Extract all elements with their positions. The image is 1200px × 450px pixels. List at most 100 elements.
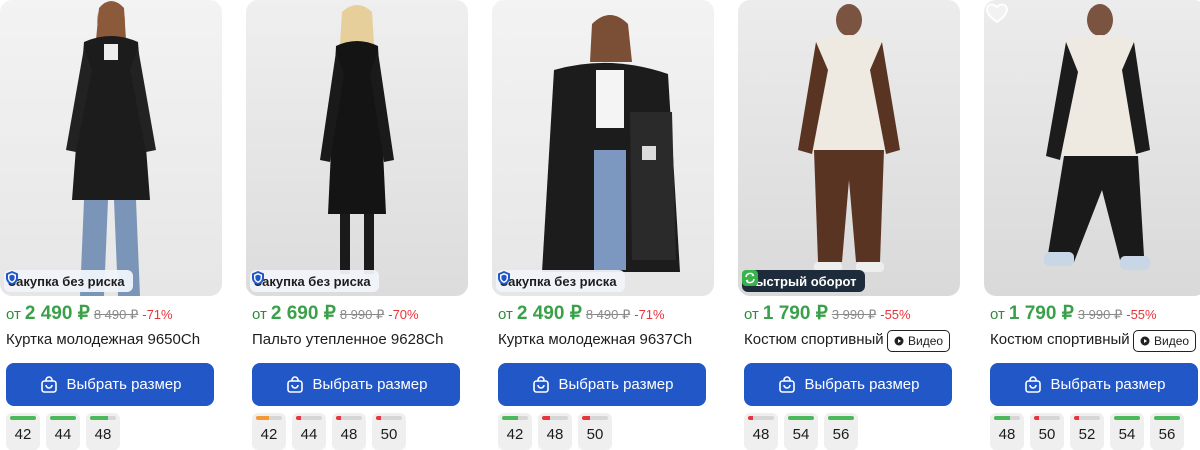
shopping-bag-icon xyxy=(1024,375,1041,393)
size-chip[interactable]: 56 xyxy=(824,413,858,450)
stock-level-fill xyxy=(256,416,269,420)
current-price: 1 790 ₽ xyxy=(762,303,828,324)
stock-level-fill xyxy=(828,416,854,420)
discount-label: -55% xyxy=(880,307,911,322)
select-size-button[interactable]: Выбрать размер xyxy=(744,363,952,406)
size-chip[interactable]: 42 xyxy=(498,413,532,450)
select-size-label: Выбрать размер xyxy=(66,376,182,393)
stock-level-bar xyxy=(542,416,568,420)
shopping-bag-icon xyxy=(532,375,549,393)
size-chip[interactable]: 56 xyxy=(1150,413,1184,450)
size-chip[interactable]: 48 xyxy=(86,413,120,450)
stock-level-bar xyxy=(256,416,282,420)
fast-turnover-badge: Быстрый оборот xyxy=(742,270,865,292)
select-size-button[interactable]: Выбрать размер xyxy=(252,363,460,406)
refresh-icon xyxy=(742,270,758,286)
size-chip[interactable]: 52 xyxy=(1070,413,1104,450)
size-chip[interactable]: 54 xyxy=(784,413,818,450)
stock-level-bar xyxy=(582,416,608,420)
size-chip[interactable]: 48 xyxy=(744,413,778,450)
old-price: 8 490 ₽ xyxy=(93,307,139,322)
size-label: 52 xyxy=(1078,426,1096,443)
size-label: 48 xyxy=(998,426,1016,443)
price-row: от 2 490 ₽ 8 490 ₽ -71% xyxy=(6,302,173,326)
stock-level-bar xyxy=(1074,416,1100,420)
size-chip[interactable]: 44 xyxy=(292,413,326,450)
price-row: от 2 690 ₽ 8 990 ₽ -70% xyxy=(252,302,419,326)
play-icon xyxy=(894,336,904,346)
discount-label: -70% xyxy=(388,307,419,322)
product-photo[interactable] xyxy=(984,0,1200,296)
risk-free-badge: Закупка без риска xyxy=(250,270,379,292)
stock-level-fill xyxy=(1074,416,1080,420)
product-photo[interactable]: Закупка без риска xyxy=(0,0,222,296)
product-card[interactable]: Закупка без риска от 2 690 ₽ 8 990 ₽ -70… xyxy=(246,0,468,450)
product-photo[interactable]: Быстрый оборот xyxy=(738,0,960,296)
size-label: 42 xyxy=(14,426,32,443)
price-from: от xyxy=(252,306,267,323)
product-card[interactable]: от 1 790 ₽ 3 990 ₽ -55% Костюм спортивны… xyxy=(984,0,1200,450)
price-from: от xyxy=(990,306,1005,323)
current-price: 1 790 ₽ xyxy=(1008,303,1074,324)
size-list: 42 44 48 xyxy=(6,413,120,450)
size-label: 48 xyxy=(752,426,770,443)
product-photo[interactable]: Закупка без риска xyxy=(246,0,468,296)
stock-level-bar xyxy=(296,416,322,420)
product-title[interactable]: Куртка молодежная 9650Ch xyxy=(6,331,222,351)
size-chip[interactable]: 44 xyxy=(46,413,80,450)
product-card[interactable]: Закупка без риска от 2 490 ₽ 8 490 ₽ -71… xyxy=(492,0,714,450)
size-chip[interactable]: 50 xyxy=(578,413,612,450)
product-title[interactable]: Костюм спортивный xyxy=(744,331,884,351)
video-button[interactable]: Видео xyxy=(1133,330,1197,352)
size-label: 54 xyxy=(1118,426,1136,443)
select-size-button[interactable]: Выбрать размер xyxy=(6,363,214,406)
current-price: 2 490 ₽ xyxy=(516,303,582,324)
badge-label: Закупка без риска xyxy=(254,273,371,289)
stock-level-fill xyxy=(788,416,814,420)
shield-icon xyxy=(6,271,18,285)
model-image xyxy=(798,4,900,272)
product-card[interactable]: Закупка без риска от 2 490 ₽ 8 490 ₽ -71… xyxy=(0,0,222,450)
product-photo[interactable]: Закупка без риска xyxy=(492,0,714,296)
size-chip[interactable]: 48 xyxy=(332,413,366,450)
product-title[interactable]: Костюм спортивный xyxy=(990,331,1130,351)
stock-level-bar xyxy=(1034,416,1060,420)
select-size-button[interactable]: Выбрать размер xyxy=(990,363,1198,406)
old-price: 8 990 ₽ xyxy=(339,307,385,322)
select-size-button[interactable]: Выбрать размер xyxy=(498,363,706,406)
size-chip[interactable]: 48 xyxy=(538,413,572,450)
size-label: 48 xyxy=(340,426,358,443)
size-label: 48 xyxy=(546,426,564,443)
size-label: 56 xyxy=(1158,426,1176,443)
old-price: 3 990 ₽ xyxy=(1077,307,1123,322)
select-size-label: Выбрать размер xyxy=(312,376,428,393)
size-chip[interactable]: 48 xyxy=(990,413,1024,450)
product-title[interactable]: Куртка молодежная 9637Ch xyxy=(498,331,714,351)
size-label: 44 xyxy=(300,426,318,443)
model-image xyxy=(542,15,680,273)
size-label: 42 xyxy=(260,426,278,443)
old-price: 8 490 ₽ xyxy=(585,307,631,322)
stock-level-bar xyxy=(748,416,774,420)
favorite-heart-icon[interactable] xyxy=(984,0,1010,26)
shield-icon xyxy=(252,271,264,285)
price-from: от xyxy=(6,306,21,323)
play-icon xyxy=(1140,336,1150,346)
discount-label: -55% xyxy=(1126,307,1157,322)
product-card[interactable]: Быстрый оборот от 1 790 ₽ 3 990 ₽ -55% К… xyxy=(738,0,960,450)
risk-free-badge: Закупка без риска xyxy=(496,270,625,292)
badge-label: Закупка без риска xyxy=(8,273,125,289)
size-list: 48 54 56 xyxy=(744,413,858,450)
size-chip[interactable]: 42 xyxy=(6,413,40,450)
stock-level-bar xyxy=(10,416,36,420)
product-title[interactable]: Пальто утепленное 9628Ch xyxy=(252,331,468,351)
size-chip[interactable]: 42 xyxy=(252,413,286,450)
size-chip[interactable]: 50 xyxy=(372,413,406,450)
price-row: от 2 490 ₽ 8 490 ₽ -71% xyxy=(498,302,665,326)
video-button[interactable]: Видео xyxy=(887,330,951,352)
stock-level-fill xyxy=(994,416,1010,420)
price-from: от xyxy=(744,306,759,323)
size-chip[interactable]: 54 xyxy=(1110,413,1144,450)
size-chip[interactable]: 50 xyxy=(1030,413,1064,450)
size-list: 42 48 50 xyxy=(498,413,612,450)
